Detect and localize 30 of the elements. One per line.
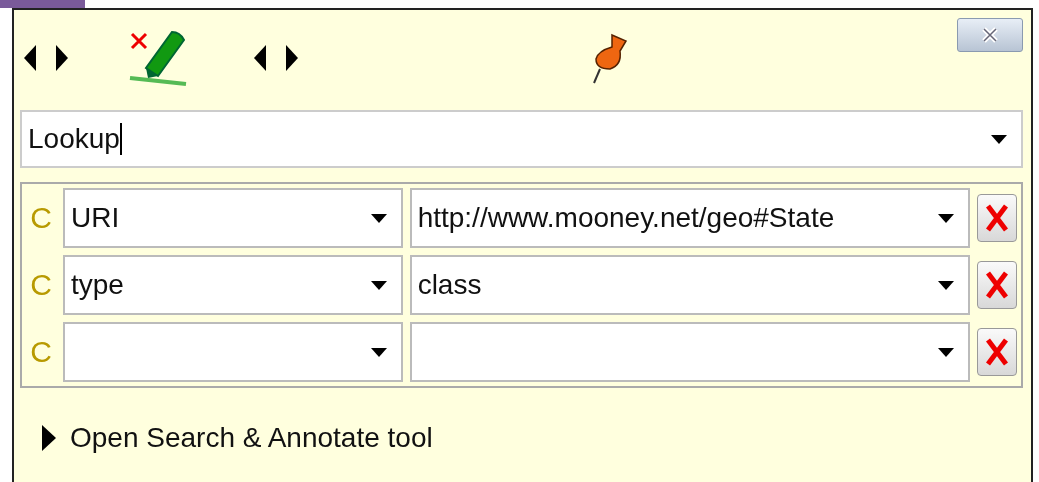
value-dropdown[interactable]: http://www.mooney.net/geo#State [409, 188, 971, 248]
dropdown-caret-icon[interactable] [938, 280, 955, 290]
dropdown-caret-icon[interactable] [991, 134, 1007, 144]
lookup-dropdown[interactable]: Lookup [20, 110, 1023, 168]
delete-icon [985, 270, 1009, 300]
delete-icon [985, 337, 1009, 367]
expand-arrow-icon [40, 425, 56, 451]
condition-marker: C [29, 268, 53, 302]
previous-icon[interactable] [24, 45, 38, 71]
next-icon[interactable] [54, 45, 68, 71]
dropdown-caret-icon[interactable] [370, 347, 387, 357]
close-button[interactable] [957, 18, 1023, 52]
pushpin-icon[interactable] [590, 31, 630, 85]
dropdown-caret-icon[interactable] [938, 213, 955, 223]
condition-marker: C [29, 335, 53, 369]
lookup-value: Lookup [28, 123, 120, 155]
search-annotate-toggle[interactable]: Open Search & Annotate tool [40, 422, 433, 454]
property-dropdown[interactable]: type [62, 255, 403, 315]
dropdown-caret-icon[interactable] [370, 213, 387, 223]
condition-marker: C [29, 201, 53, 235]
dropdown-caret-icon[interactable] [370, 280, 387, 290]
value-dropdown[interactable]: class [409, 255, 971, 315]
property-dropdown[interactable]: URI [62, 188, 403, 248]
delete-button[interactable] [977, 261, 1017, 309]
delete-button[interactable] [977, 328, 1017, 376]
dropdown-caret-icon[interactable] [938, 347, 955, 357]
previous-icon[interactable] [254, 45, 268, 71]
next-icon[interactable] [284, 45, 298, 71]
delete-button[interactable] [977, 194, 1017, 242]
delete-icon [985, 203, 1009, 233]
